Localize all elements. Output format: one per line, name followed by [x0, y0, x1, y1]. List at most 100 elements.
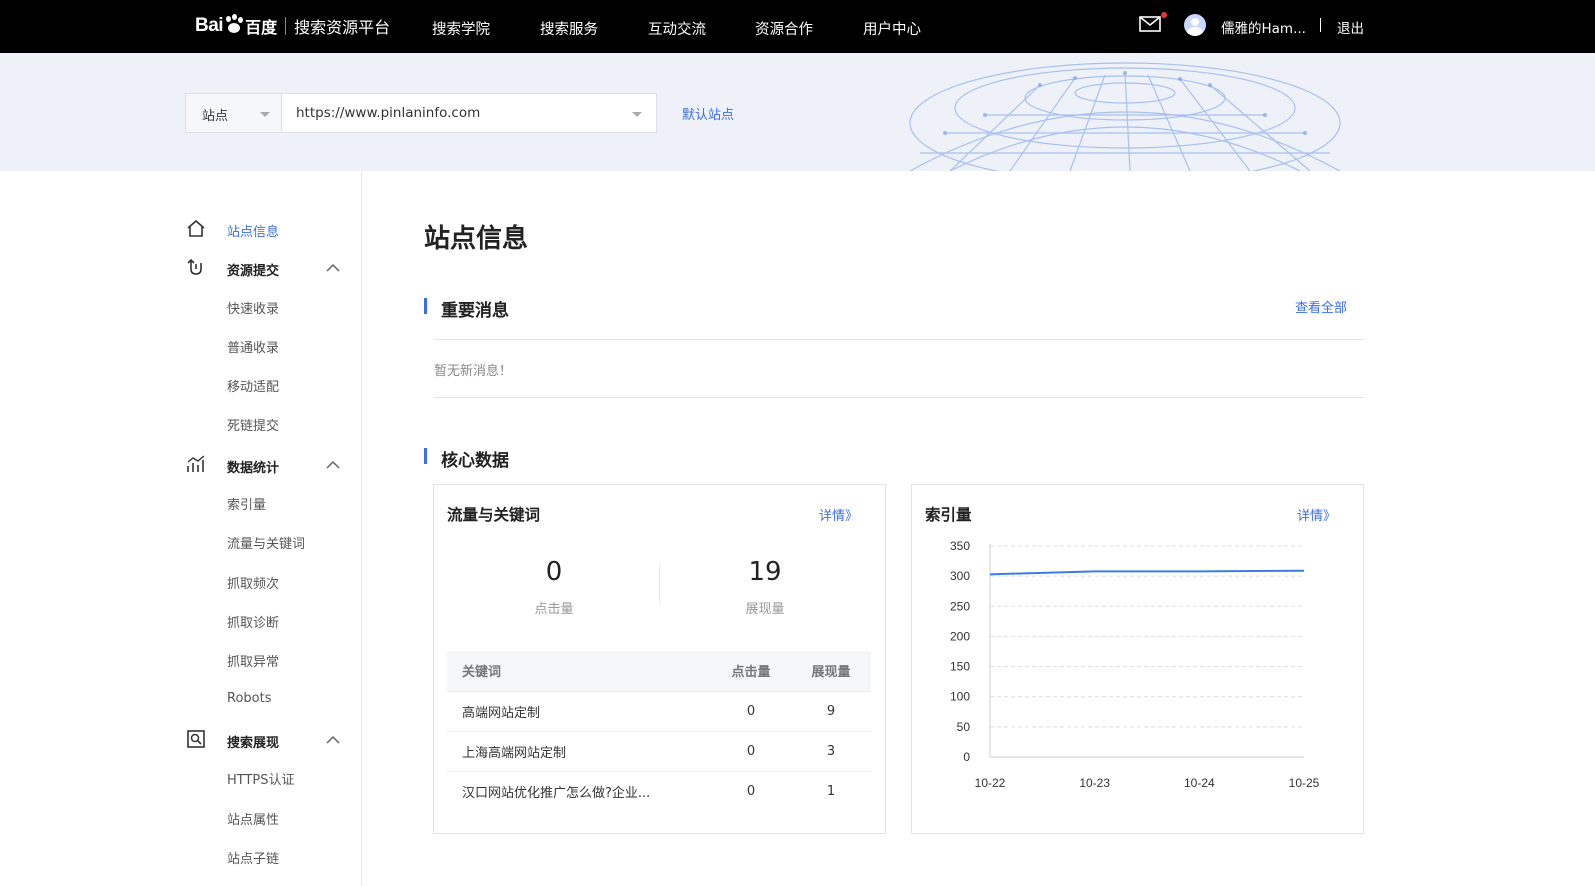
sidebar-item-normal-index[interactable]: 普通收录	[227, 337, 279, 356]
clicks-value: 0	[545, 557, 563, 587]
sidebar-item-crawl-errors[interactable]: 抓取异常	[227, 651, 279, 670]
column-header-clicks: 点击量	[711, 651, 791, 691]
x-tick-label: 10-22	[975, 776, 1006, 790]
nav-partnership[interactable]: 资源合作	[755, 18, 813, 39]
header-divider	[1320, 18, 1321, 32]
top-navigation-bar: Bai 百度 搜索资源平台 搜索学院 搜索服务 互动交流 资源合作 用户中心 儒…	[0, 0, 1595, 53]
y-tick-label: 200	[950, 629, 970, 643]
impressions-cell: 1	[791, 770, 871, 811]
sidebar-item-quick-index[interactable]: 快速收录	[227, 298, 279, 317]
section-accent-bar	[424, 448, 427, 464]
table-header-row: 关键词 点击量 展现量	[447, 651, 871, 691]
clicks-cell: 0	[711, 770, 791, 811]
impressions-cell: 3	[791, 730, 871, 771]
table-row: 汉口网站优化推广怎么做?企业... 0 1	[447, 770, 871, 811]
x-tick-label: 10-25	[1289, 776, 1320, 790]
y-tick-label: 250	[950, 599, 970, 613]
sidebar: 站点信息 资源提交 快速收录 普通收录 移动适配 死链提交 数据统计 索引量 流…	[0, 171, 362, 886]
nav-search-services[interactable]: 搜索服务	[540, 18, 598, 39]
site-type-select[interactable]: 站点	[185, 93, 282, 133]
logo-du-text: 百度	[245, 18, 278, 37]
table-row: 上海高端网站定制 0 3	[447, 730, 871, 771]
sidebar-item-crawl-frequency[interactable]: 抓取频次	[227, 573, 279, 592]
keywords-table: 关键词 点击量 展现量 高端网站定制 0 9 上海高端网站定制 0 3 汉口网站…	[447, 651, 871, 811]
site-url-value: https://www.pinlaninfo.com	[296, 105, 481, 121]
sidebar-item-dead-link[interactable]: 死链提交	[227, 415, 279, 434]
impressions-label: 展现量	[745, 602, 785, 617]
sidebar-item-site-info[interactable]: 站点信息	[227, 221, 279, 240]
site-banner: 站点 https://www.pinlaninfo.com 默认站点	[0, 53, 1595, 171]
sidebar-item-index-volume[interactable]: 索引量	[227, 494, 266, 513]
x-tick-label: 10-23	[1079, 776, 1110, 790]
sidebar-item-traffic-keywords[interactable]: 流量与关键词	[227, 533, 305, 552]
sidebar-group-search-display[interactable]: 搜索展现	[227, 732, 279, 751]
keyword-cell: 汉口网站优化推广怎么做?企业...	[447, 770, 711, 811]
default-site-link[interactable]: 默认站点	[682, 104, 734, 123]
page-title: 站点信息	[424, 224, 529, 254]
sidebar-item-mobile-adapt[interactable]: 移动适配	[227, 376, 279, 395]
index-volume-chart: 0 50 100 150 200 250 300 350 10-22 10-23 10-24 10-2…	[950, 539, 1320, 790]
baidu-paw-icon	[224, 14, 244, 34]
sidebar-item-robots[interactable]: Robots	[227, 691, 271, 706]
avatar-icon[interactable]	[1184, 14, 1206, 36]
notification-dot	[1161, 12, 1167, 18]
index-volume-card: 索引量 详情》 0 50 100 150 200 250 300 350 10-22 10-23 1…	[911, 484, 1364, 834]
y-tick-label: 100	[950, 690, 970, 704]
sidebar-item-site-property[interactable]: 站点属性	[227, 809, 279, 828]
search-display-icon	[187, 730, 205, 748]
clicks-cell: 0	[711, 730, 791, 771]
section-accent-bar	[424, 298, 427, 314]
traffic-card-title: 流量与关键词	[447, 506, 541, 524]
chevron-up-icon[interactable]	[326, 460, 340, 470]
sidebar-item-sitelinks[interactable]: 站点子链	[227, 848, 279, 867]
submit-icon	[187, 258, 202, 275]
clicks-cell: 0	[711, 690, 791, 731]
keyword-cell: 高端网站定制	[447, 690, 711, 731]
platform-name: 搜索资源平台	[294, 18, 391, 37]
nav-search-academy[interactable]: 搜索学院	[432, 18, 490, 39]
traffic-keywords-card: 流量与关键词 详情》 0 点击量 19 展现量 关键词 点击量 展现量 高端网站…	[433, 484, 886, 834]
y-tick-label: 150	[950, 660, 970, 674]
logo-divider	[285, 17, 287, 35]
stats-icon	[187, 455, 205, 472]
y-tick-label: 350	[950, 539, 970, 553]
divider	[434, 397, 1364, 398]
stat-divider	[659, 565, 660, 603]
chevron-down-icon	[632, 112, 642, 117]
core-data-section-title: 核心数据	[441, 451, 509, 471]
y-tick-label: 50	[957, 720, 971, 734]
chevron-up-icon[interactable]	[326, 263, 340, 273]
chevron-down-icon	[260, 112, 270, 117]
sidebar-group-stats[interactable]: 数据统计	[227, 457, 279, 476]
baidu-logo[interactable]: Bai 百度 搜索资源平台	[195, 8, 390, 44]
empty-messages-text: 暂无新消息！	[434, 364, 513, 379]
column-header-impressions: 展现量	[791, 651, 871, 691]
clicks-label: 点击量	[534, 602, 574, 617]
series-line	[989, 569, 1305, 576]
sidebar-group-submit[interactable]: 资源提交	[227, 260, 279, 279]
globe-decoration	[909, 62, 1341, 171]
traffic-details-link[interactable]: 详情》	[819, 505, 858, 524]
table-row: 高端网站定制 0 9	[447, 690, 871, 731]
site-url-select[interactable]: https://www.pinlaninfo.com	[281, 93, 657, 133]
y-tick-label: 300	[950, 569, 970, 583]
username[interactable]: 儒雅的Ham...	[1221, 17, 1306, 37]
column-header-keyword: 关键词	[447, 651, 711, 691]
impressions-value: 19	[748, 557, 782, 587]
chevron-up-icon[interactable]	[326, 735, 340, 745]
sidebar-item-crawl-diagnosis[interactable]: 抓取诊断	[227, 612, 279, 631]
nav-user-center[interactable]: 用户中心	[863, 18, 921, 39]
nav-community[interactable]: 互动交流	[648, 18, 706, 39]
logo-bai-text: Bai	[195, 15, 224, 36]
mail-icon[interactable]	[1139, 16, 1161, 32]
sidebar-item-https[interactable]: HTTPS认证	[227, 769, 295, 788]
y-tick-label: 0	[963, 750, 970, 764]
logout-link[interactable]: 退出	[1337, 17, 1364, 37]
impressions-cell: 9	[791, 690, 871, 731]
divider	[434, 339, 1364, 340]
keyword-cell: 上海高端网站定制	[447, 730, 711, 771]
home-icon	[187, 219, 205, 237]
view-all-link[interactable]: 查看全部	[1295, 297, 1347, 316]
messages-section-title: 重要消息	[441, 301, 509, 321]
site-type-label: 站点	[202, 109, 229, 124]
